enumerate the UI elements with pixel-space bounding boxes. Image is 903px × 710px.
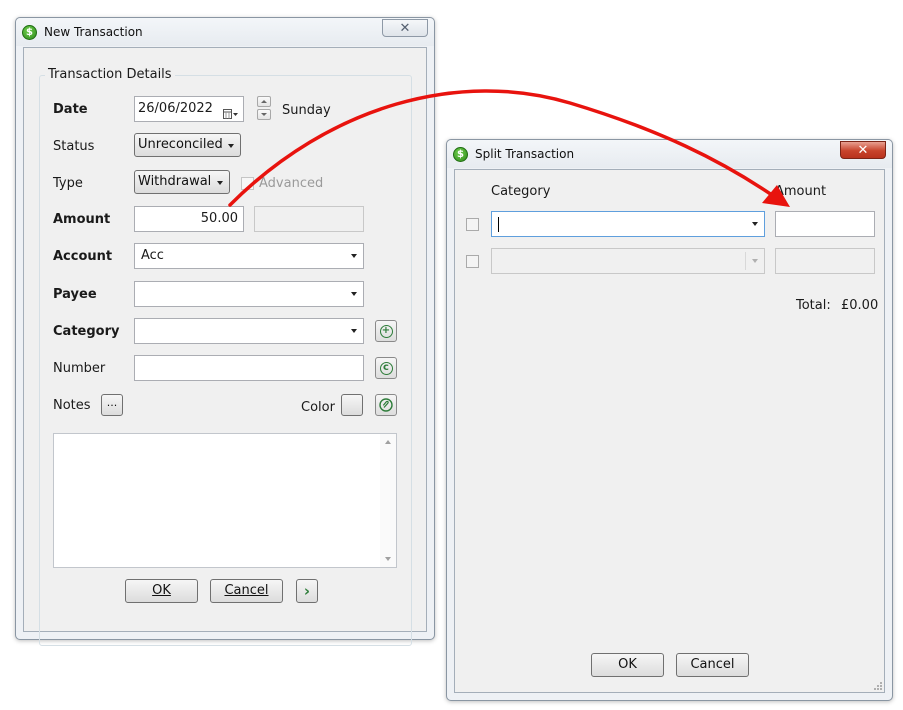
ok-button[interactable]: OK <box>125 579 198 603</box>
window-title: New Transaction <box>44 25 143 39</box>
chevron-down-icon <box>217 181 223 185</box>
group-title: Transaction Details <box>45 67 175 82</box>
resize-grip-icon[interactable] <box>873 681 883 691</box>
total-label: Total: <box>796 298 831 313</box>
amount-value: 50.00 <box>200 211 238 226</box>
category-select[interactable] <box>134 318 364 344</box>
advanced-label[interactable]: Advanced <box>259 176 323 191</box>
split-row-checkbox[interactable] <box>466 255 479 268</box>
next-button[interactable]: › <box>296 579 318 603</box>
category-label: Category <box>53 324 120 339</box>
close-button[interactable]: ✕ <box>382 19 428 37</box>
paperclip-icon <box>379 398 393 412</box>
add-category-button[interactable]: + <box>375 320 397 342</box>
split-category-select <box>491 248 765 274</box>
date-label: Date <box>53 102 88 117</box>
split-transaction-titlebar[interactable]: $ Split Transaction ✕ <box>447 140 892 168</box>
plus-circle-icon: + <box>379 324 393 338</box>
close-button[interactable]: ✕ <box>840 141 886 159</box>
chevron-down-icon <box>752 222 758 226</box>
number-input[interactable] <box>134 355 364 381</box>
date-spinner[interactable] <box>257 96 271 120</box>
amount-column-header: Amount <box>775 184 827 199</box>
color-picker-button[interactable] <box>341 394 363 416</box>
notes-scrollbar[interactable] <box>380 434 396 567</box>
split-row-checkbox[interactable] <box>466 218 479 231</box>
split-transaction-client: Category Amount Total: £0.00 OK Cancel <box>454 169 885 693</box>
account-value: Acc <box>141 248 164 263</box>
chevron-down-icon <box>351 254 357 258</box>
notes-label: Notes <box>53 398 91 413</box>
ok-label: OK <box>152 583 171 598</box>
chevron-right-icon: › <box>303 582 311 600</box>
chevron-down-icon <box>752 259 758 263</box>
color-label: Color <box>301 400 335 415</box>
account-select[interactable]: Acc <box>134 243 364 269</box>
amount-input[interactable]: 50.00 <box>134 206 244 232</box>
dollar-coin-icon: $ <box>22 25 37 40</box>
chevron-down-icon <box>351 292 357 296</box>
new-transaction-window: $ New Transaction ✕ Transaction Details … <box>15 17 435 646</box>
split-amount-input <box>775 248 875 274</box>
chevron-up-icon <box>261 100 267 103</box>
notes-expand-button[interactable]: ... <box>101 394 123 416</box>
category-column-header: Category <box>491 184 551 199</box>
status-label: Status <box>53 139 95 154</box>
attachment-button[interactable] <box>375 394 397 416</box>
advanced-label-text: Advanced <box>259 176 324 191</box>
dollar-coin-icon: $ <box>453 147 468 162</box>
refresh-circle-icon: c <box>379 361 393 375</box>
ok-button[interactable]: OK <box>591 653 664 677</box>
scroll-up-icon[interactable] <box>385 440 391 444</box>
spin-up-button[interactable] <box>257 96 271 107</box>
cancel-button[interactable]: Cancel <box>676 653 749 677</box>
split-transaction-window: $ Split Transaction ✕ Category Amount To… <box>446 139 893 701</box>
weekday-label: Sunday <box>282 103 331 118</box>
scroll-down-icon[interactable] <box>385 557 391 561</box>
date-input[interactable]: 26/06/2022 <box>134 96 244 122</box>
date-value: 26/06/2022 <box>138 101 213 116</box>
combo-divider <box>745 252 746 270</box>
chevron-down-icon <box>351 329 357 333</box>
type-value: Withdrawal <box>138 174 212 189</box>
status-value: Unreconciled <box>138 137 223 152</box>
total-value: £0.00 <box>841 298 879 313</box>
chevron-down-icon <box>261 113 267 116</box>
split-category-select[interactable] <box>491 211 765 237</box>
type-label: Type <box>53 176 83 191</box>
advanced-checkbox[interactable] <box>241 177 254 190</box>
account-label: Account <box>53 249 113 264</box>
payee-select[interactable] <box>134 281 364 307</box>
new-transaction-client: Transaction Details Date 26/06/2022 Sund… <box>23 47 427 646</box>
payee-label: Payee <box>53 287 97 302</box>
type-select[interactable]: Withdrawal <box>134 170 230 194</box>
cancel-button[interactable]: Cancel <box>210 579 283 603</box>
new-transaction-titlebar[interactable]: $ New Transaction ✕ <box>16 18 434 46</box>
amount-label: Amount <box>53 212 111 227</box>
window-title: Split Transaction <box>475 147 575 161</box>
split-amount-input[interactable] <box>775 211 875 237</box>
notes-textarea[interactable] <box>53 433 397 568</box>
status-select[interactable]: Unreconciled <box>134 133 241 157</box>
amount-secondary-input <box>254 206 364 232</box>
spin-down-button[interactable] <box>257 109 271 120</box>
number-reset-button[interactable]: c <box>375 357 397 379</box>
chevron-down-icon <box>228 144 234 148</box>
text-caret <box>498 217 499 232</box>
number-label: Number <box>53 361 106 376</box>
cancel-label: Cancel <box>224 583 269 598</box>
calendar-icon[interactable] <box>223 104 239 119</box>
